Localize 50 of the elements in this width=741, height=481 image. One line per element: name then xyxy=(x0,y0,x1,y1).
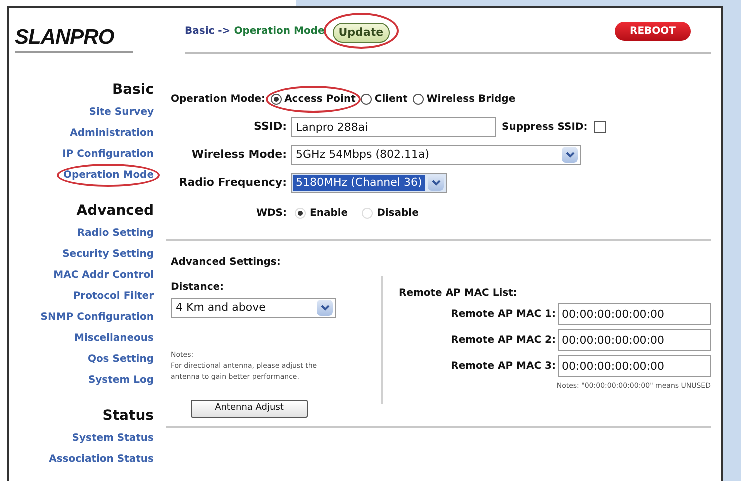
field-label: SSID: xyxy=(253,118,288,135)
sidebar-link[interactable]: IP Configuration xyxy=(62,144,154,165)
breadcrumb: Basic -> Operation Mode xyxy=(185,24,325,38)
mac-address-field[interactable]: 00:00:00:00:00:00 xyxy=(558,329,711,351)
sidebar-link[interactable]: System Log xyxy=(88,370,154,391)
radio-label: Wireless Bridge xyxy=(426,92,516,106)
sidebar-heading: Advanced xyxy=(76,202,154,221)
sidebar-link[interactable]: Operation Mode xyxy=(63,165,154,186)
radio-label: Enable xyxy=(310,206,348,220)
update-button[interactable]: Update xyxy=(332,23,390,44)
checkbox[interactable] xyxy=(594,121,606,133)
sidebar-link[interactable]: Miscellaneous xyxy=(74,328,154,349)
sidebar-link[interactable]: MAC Addr Control xyxy=(54,265,154,286)
mac-address-field[interactable]: 00:00:00:00:00:00 xyxy=(558,355,711,377)
field-label: Operation Mode: xyxy=(171,92,266,106)
field-label: WDS: xyxy=(255,206,288,220)
radio-label: Disable xyxy=(377,206,419,220)
reboot-button[interactable]: REBOOT xyxy=(615,22,691,40)
section-title: Remote AP MAC List: xyxy=(399,287,518,301)
sidebar-link[interactable]: SNMP Configuration xyxy=(40,307,154,328)
antenna-adjust-button[interactable]: Antenna Adjust xyxy=(191,400,308,418)
sidebar-link[interactable]: Radio Setting xyxy=(77,223,154,244)
distance-select[interactable]: 4 Km and above xyxy=(171,298,336,318)
sidebar-link[interactable]: Security Setting xyxy=(62,244,154,265)
radio-label: Access Point xyxy=(284,92,356,106)
radio-button[interactable] xyxy=(412,94,424,104)
radio-label: Client xyxy=(374,92,408,106)
sidebar-link[interactable]: Association Status xyxy=(49,449,154,470)
sidebar-link[interactable]: Administration xyxy=(70,123,154,144)
sidebar-link[interactable]: Protocol Filter xyxy=(73,286,154,307)
sidebar-link[interactable]: Site Survey xyxy=(89,102,154,123)
field-label: Suppress SSID: xyxy=(502,120,588,134)
radio-button[interactable] xyxy=(270,94,282,104)
field-label: Remote AP MAC 3: xyxy=(451,360,556,374)
mac-address-field[interactable]: 00:00:00:00:00:00 xyxy=(558,303,711,325)
wireless-mode-select[interactable]: 5GHz 54Mbps (802.11a) xyxy=(291,145,581,165)
ssid-field[interactable]: Lanpro 288ai xyxy=(291,117,496,137)
sidebar-link[interactable]: System Status xyxy=(72,428,154,449)
field-label: Wireless Mode: xyxy=(190,146,288,163)
sidebar-heading: Status xyxy=(102,407,154,426)
field-label: Radio Frequency: xyxy=(178,174,288,191)
sidebar-link[interactable]: Qos Setting xyxy=(88,349,154,370)
field-label: Remote AP MAC 2: xyxy=(451,334,556,348)
field-label: Distance: xyxy=(171,281,226,295)
section-title: Advanced Settings: xyxy=(171,256,282,270)
sidebar-heading: Basic xyxy=(112,81,154,100)
radio-button[interactable] xyxy=(360,94,372,104)
radio-frequency-select[interactable]: 5180MHz (Channel 36) xyxy=(291,173,448,193)
logo: SLANPRO xyxy=(15,27,116,49)
field-label: Remote AP MAC 1: xyxy=(451,308,556,322)
